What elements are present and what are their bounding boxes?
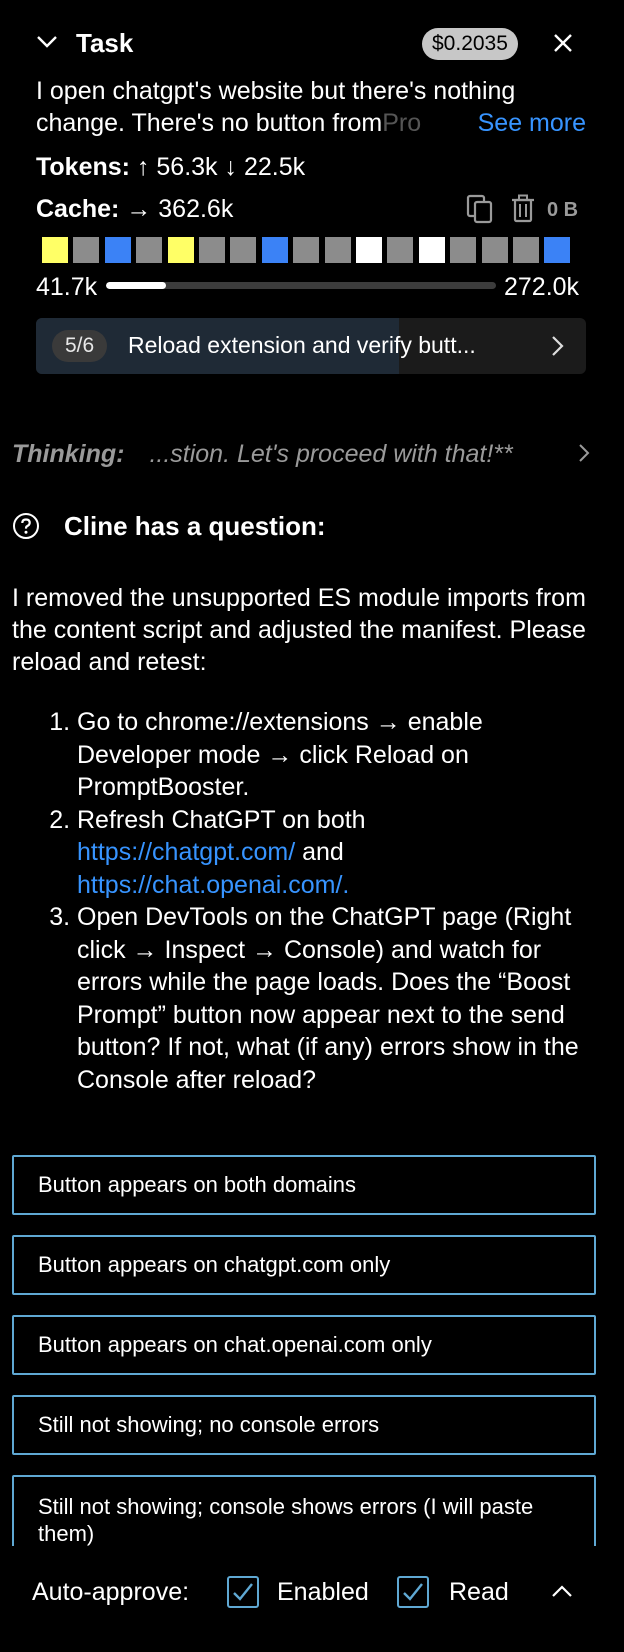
step-item: Refresh ChatGPT on both https://chatgpt.…	[77, 804, 582, 902]
enabled-checkbox[interactable]	[227, 1576, 259, 1608]
chevron-right-icon	[550, 335, 564, 357]
step-badge: 5/6	[52, 330, 108, 362]
cache-value: → 362.6k	[126, 195, 234, 223]
thinking-chevron-icon[interactable]	[578, 443, 590, 463]
tokens-up: ↑ 56.3k	[136, 153, 218, 181]
current-step[interactable]: 5/6 Reload extension and verify butt...	[36, 318, 586, 374]
step2-prefix: Refresh ChatGPT on both	[77, 805, 366, 834]
step-item: Open DevTools on the ChatGPT page (Right…	[77, 901, 582, 1096]
option-button[interactable]: Button appears on chat.openai.com only	[12, 1315, 596, 1375]
thinking-row[interactable]: Thinking: ...stion. Let's proceed with t…	[12, 440, 513, 469]
step-text: Reload extension and verify butt...	[128, 332, 476, 358]
cache-block	[73, 237, 100, 263]
steps-list: Go to chrome://extensions → enable Devel…	[12, 706, 582, 1096]
option-button[interactable]: Button appears on chatgpt.com only	[12, 1235, 596, 1295]
task-title: Task	[76, 28, 134, 58]
cache-row: Cache: → 362.6k	[36, 195, 233, 224]
cache-block	[199, 237, 225, 263]
cache-block	[324, 237, 351, 263]
cache-block	[104, 237, 131, 263]
thinking-label: Thinking:	[12, 440, 125, 468]
see-more-link[interactable]: See more	[473, 107, 586, 139]
cache-block	[136, 237, 163, 263]
cache-label: Cache:	[36, 195, 120, 223]
read-checkbox[interactable]	[397, 1576, 429, 1608]
option-button[interactable]: Button appears on both domains	[12, 1155, 596, 1215]
context-bar-fill	[106, 282, 166, 289]
task-description: I open chatgpt's website but there's not…	[36, 75, 586, 139]
openai-link[interactable]: https://chat.openai.com/.	[77, 871, 349, 899]
copy-icon[interactable]	[466, 194, 494, 224]
storage-size: 0 B	[547, 199, 579, 221]
tokens-down: ↓ 22.5k	[224, 153, 306, 181]
cache-block	[513, 237, 539, 263]
read-label: Read	[449, 1578, 509, 1606]
cache-block	[418, 237, 445, 263]
step2-mid: and	[295, 838, 344, 866]
context-bar	[106, 282, 496, 289]
auto-approve-label: Auto-approve:	[32, 1578, 190, 1606]
step-item: Go to chrome://extensions → enable Devel…	[77, 706, 582, 804]
cache-block	[167, 237, 194, 263]
chatgpt-link[interactable]: https://chatgpt.com/	[77, 838, 295, 866]
collapse-chevron-icon[interactable]	[36, 34, 58, 50]
context-max: 272.0k	[504, 273, 580, 301]
close-icon[interactable]	[553, 33, 573, 53]
task-description-fade: Pro	[382, 109, 422, 137]
question-steps: Go to chrome://extensions → enable Devel…	[12, 706, 582, 1096]
task-description-text: I open chatgpt's website but there's not…	[36, 77, 516, 137]
thinking-text: ...stion. Let's proceed with that!**	[149, 440, 513, 468]
cache-block	[261, 237, 288, 263]
task-description-line: I open chatgpt's website but there's not…	[36, 75, 586, 139]
cache-block	[356, 237, 382, 263]
question-intro: I removed the unsupported ES module impo…	[12, 584, 586, 676]
cache-block	[481, 237, 508, 263]
tokens-label: Tokens:	[36, 153, 130, 181]
cache-block	[42, 237, 68, 263]
trash-icon[interactable]	[510, 194, 536, 224]
cache-block	[450, 237, 477, 263]
tokens-row: Tokens: ↑ 56.3k ↓ 22.5k	[36, 153, 305, 182]
enabled-label: Enabled	[277, 1578, 369, 1606]
cost-badge: $0.2035	[422, 28, 518, 60]
expand-chevron-up-icon[interactable]	[551, 1584, 573, 1598]
cache-block	[544, 237, 571, 263]
cache-block	[230, 237, 257, 263]
cache-block	[387, 237, 414, 263]
context-used: 41.7k	[36, 273, 98, 301]
cache-block	[293, 237, 320, 263]
question-icon	[12, 512, 40, 540]
question-title: Cline has a question:	[64, 511, 326, 541]
option-button[interactable]: Still not showing; no console errors	[12, 1395, 596, 1455]
